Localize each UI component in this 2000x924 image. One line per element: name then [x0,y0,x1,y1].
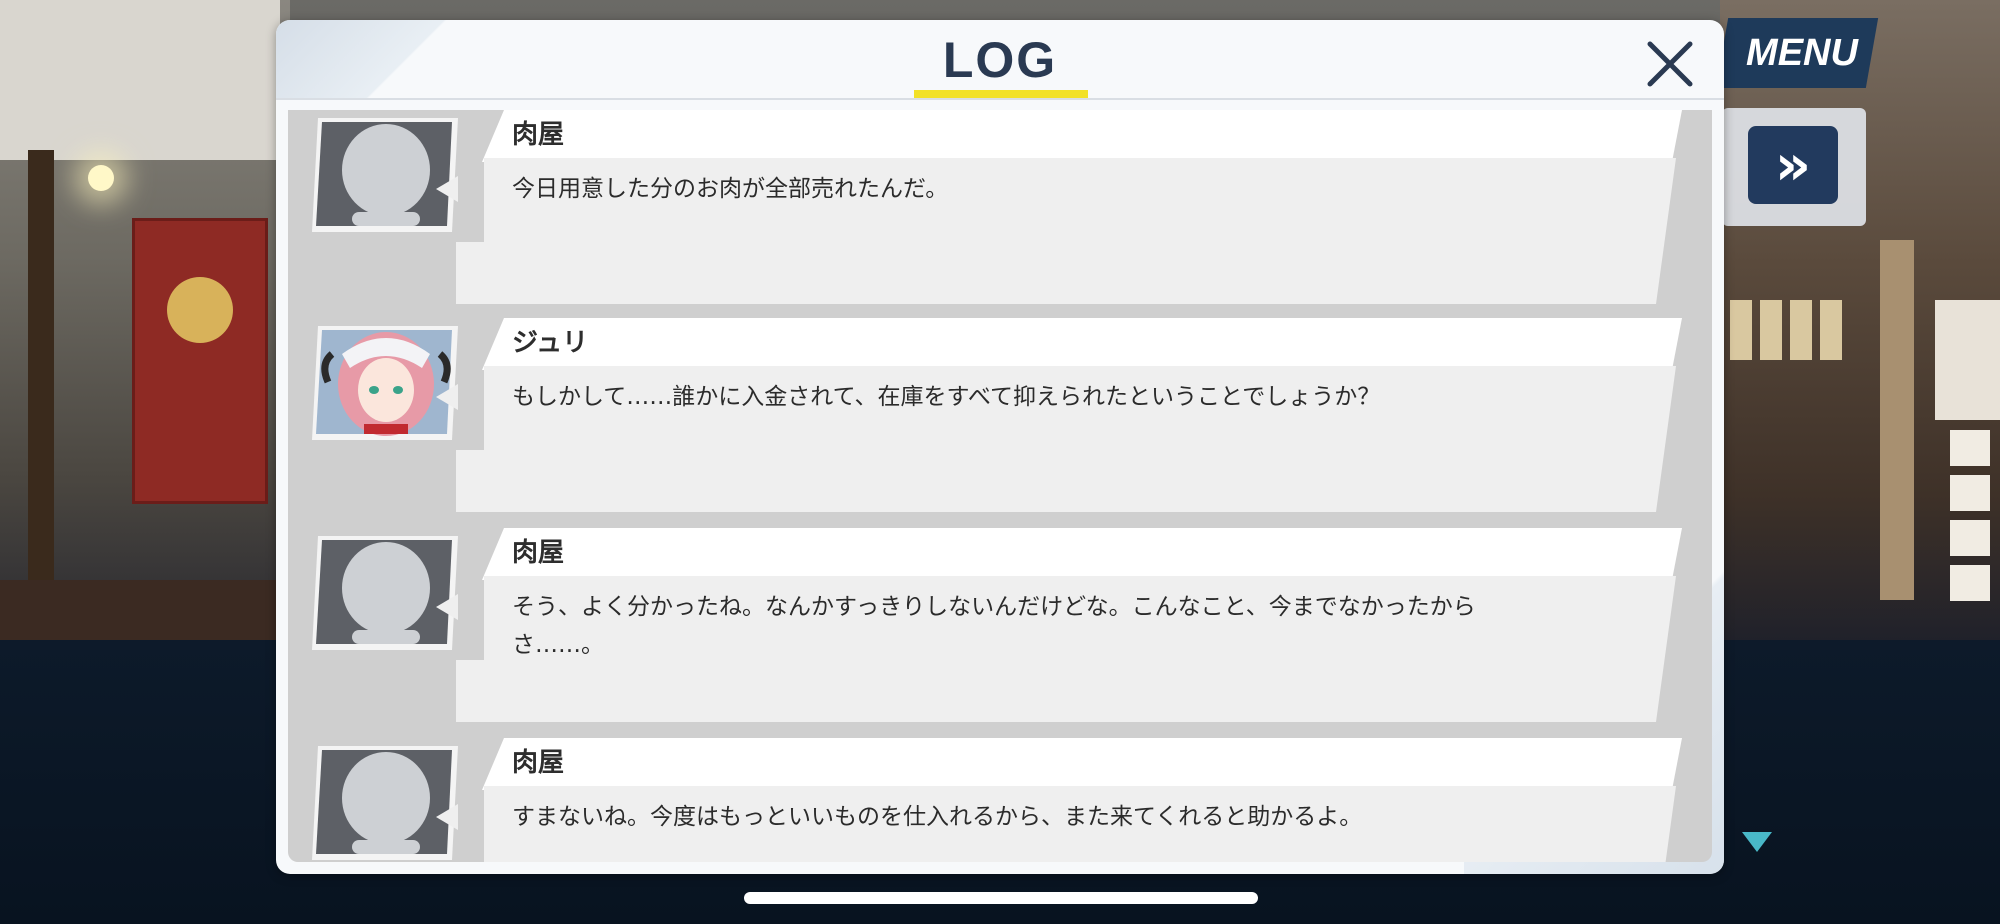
log-list[interactable]: 肉屋 今日用意した分のお肉が全部売れたんだ。 ジュリ もしかして……誰かに入金さ… [288,110,1712,862]
message-text: そう、よく分かったね。なんかすっきりしないんだけどな。こんなこと、今までなかった… [512,588,1512,664]
speaker-tab [482,528,1682,580]
header-divider [276,98,1724,100]
background-lantern [1820,300,1842,360]
background-tile [1950,520,1990,556]
avatar-silhouette [312,116,460,234]
speaker-tab [482,738,1682,790]
message-text: 今日用意した分のお肉が全部売れたんだ。 [512,176,949,202]
bubble-pointer [436,594,458,620]
log-panel: LOG 肉屋 今日用意した分のお肉が全部売れたんだ。 ジュリ もしかして……誰か… [276,20,1724,874]
bubble-pointer [436,804,458,830]
speaker-name: 肉屋 [512,120,565,150]
background-tile [1950,475,1990,511]
background-banner-emblem [167,277,233,343]
close-button[interactable] [1638,32,1702,96]
log-entry: ジュリ もしかして……誰かに入金されて、在庫をすべて抑えられたということでしょう… [288,318,1712,518]
avatar-silhouette [312,534,460,652]
log-entry: 肉屋 すまないね。今度はもっといいものを仕入れるから、また来てくれると助かるよ。 [288,738,1712,862]
speaker-name: 肉屋 [512,748,565,778]
log-header: LOG [276,20,1724,98]
background-lamp [88,165,114,191]
bubble-pointer [436,384,458,410]
close-icon [1647,41,1693,87]
background-lantern [1790,300,1812,360]
background-tile [1950,430,1990,466]
log-entry: 肉屋 今日用意した分のお肉が全部売れたんだ。 [288,110,1712,310]
background-shop-sign [0,0,280,160]
background-post-right [1880,240,1914,600]
background-post [28,150,54,590]
background-counter [0,580,290,640]
title-underline [914,90,1088,98]
message-line: さ……。 [512,632,604,658]
message-text: すまないね。今度はもっといいものを仕入れるから、また来てくれると助かるよ。 [512,804,1363,830]
fast-forward-icon: » [1774,132,1812,198]
bubble-pointer [436,176,458,202]
log-entry: 肉屋 そう、よく分かったね。なんかすっきりしないんだけどな。こんなこと、今までな… [288,528,1712,728]
skip-button[interactable]: » [1748,126,1838,204]
speaker-name: 肉屋 [512,538,565,568]
background-lantern [1730,300,1752,360]
background-menu-board [1935,300,2000,420]
speaker-tab [482,110,1682,162]
speaker-name: ジュリ [512,328,589,358]
background-banner [132,218,268,504]
log-title: LOG [942,32,1058,88]
next-indicator-icon [1742,832,1772,852]
avatar-julie [312,324,460,442]
speaker-tab [482,318,1682,370]
message-text: もしかして……誰かに入金されて、在庫をすべて抑えられたということでしょうか？ [512,384,1381,410]
background-lantern [1760,300,1782,360]
avatar-silhouette [312,744,460,862]
home-indicator[interactable] [744,892,1258,904]
background-tile [1950,565,1990,601]
message-line: そう、よく分かったね。なんかすっきりしないんだけどな。こんなこと、今までなかった… [512,594,1476,620]
menu-button[interactable]: MENU [1732,28,1872,78]
